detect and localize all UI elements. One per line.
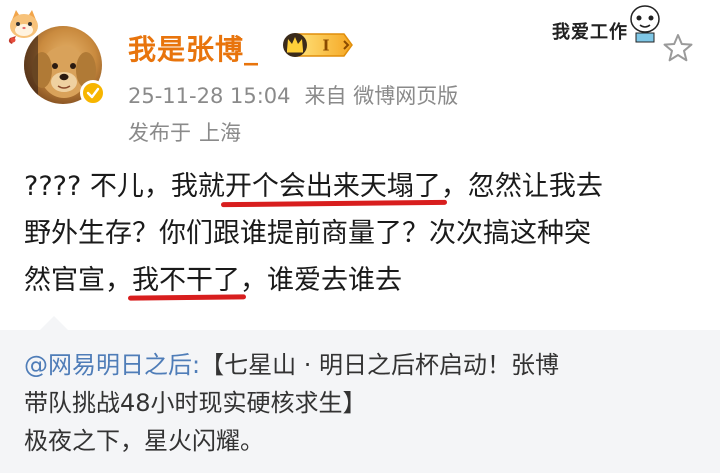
post-source: 来自 微博网页版 [304, 84, 459, 108]
crown-icon [283, 33, 307, 57]
post-text-segment: 然官宣， [24, 265, 132, 296]
star-icon [663, 34, 693, 62]
location-line: 发布于 上海 [128, 117, 249, 147]
post-body-line: ???? 不儿，我就开个会出来天塌了，忽然让我去 [24, 163, 704, 210]
highlighted-text: 开个会出来天塌了 [225, 163, 441, 210]
repost-line: @网易明日之后:【七星山 · 明日之后杯启动！张博 [24, 346, 704, 384]
post-text-segment: ，谁爱去谁去 [240, 265, 402, 296]
username[interactable]: 我是张博_ [128, 28, 259, 68]
repost-notch [40, 316, 68, 330]
repost-line: 极夜之下，星火闪耀。 [24, 427, 264, 455]
post-body-line: 野外生存？你们跟谁提前商量了？次次搞这种突 [24, 218, 591, 249]
mention-colon: : [192, 351, 201, 379]
post-text-segment: ，忽然让我去 [440, 171, 603, 202]
cartoon-face-icon [630, 5, 660, 43]
reposted-content[interactable]: @网易明日之后:【七星山 · 明日之后杯启动！张博 带队挑战48小时现实硬核求生… [0, 316, 720, 473]
timestamp[interactable]: 25-11-28 15:04 [128, 84, 291, 108]
sticker-text: 我爱工作 [552, 22, 628, 43]
repost-line: 带队挑战48小时现实硬核求生】 [24, 389, 367, 417]
favorite-button[interactable] [660, 30, 696, 66]
post-body-line: 然官宣，我不干了，谁爱去谁去 [24, 257, 704, 304]
location-prefix: 发布于 [128, 121, 191, 145]
post-body: ???? 不儿，我就开个会出来天塌了，忽然让我去 野外生存？你们跟谁提前商量了？… [24, 163, 704, 304]
vip-level: I [322, 37, 329, 55]
repost-title: 【七星山 · 明日之后杯启动！张博 [200, 351, 559, 379]
vip-badge[interactable]: I [282, 30, 354, 60]
location: 上海 [199, 121, 241, 145]
post-header: 我是张博_ I 25-11-28 15:04 来自 微博网页版 发布于 上海 我爱工… [0, 0, 720, 150]
repost-text: @网易明日之后:【七星山 · 明日之后杯启动！张博 带队挑战48小时现实硬核求生… [24, 346, 704, 460]
highlighted-text: 我不干了 [132, 257, 240, 304]
verified-badge-icon [80, 80, 106, 106]
meta-line: 25-11-28 15:04 来自 微博网页版 [128, 80, 472, 110]
post-text-segment: ???? 不儿，我就 [24, 171, 225, 202]
sticker: 我爱工作 [548, 4, 666, 48]
mention-link[interactable]: @网易明日之后 [24, 351, 192, 379]
avatar[interactable] [24, 26, 106, 106]
